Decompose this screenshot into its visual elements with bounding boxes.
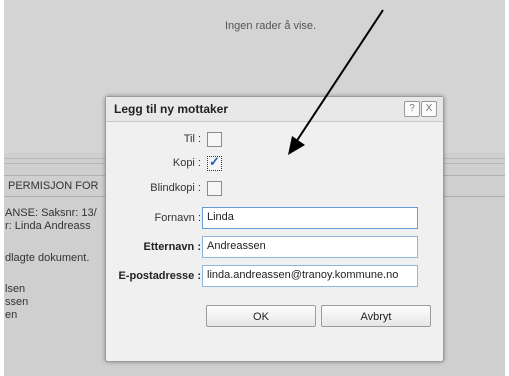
annotation-arrow-icon: [288, 9, 384, 155]
